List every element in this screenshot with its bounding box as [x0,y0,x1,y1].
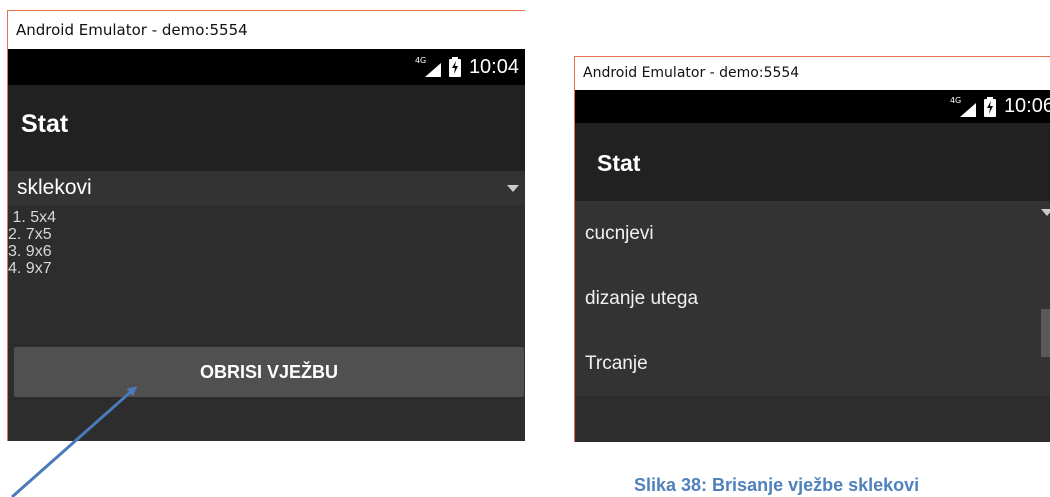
annotation-arrow-icon [11,386,138,497]
figure-caption: Slika 38: Brisanje vježbe sklekovi [634,475,920,495]
